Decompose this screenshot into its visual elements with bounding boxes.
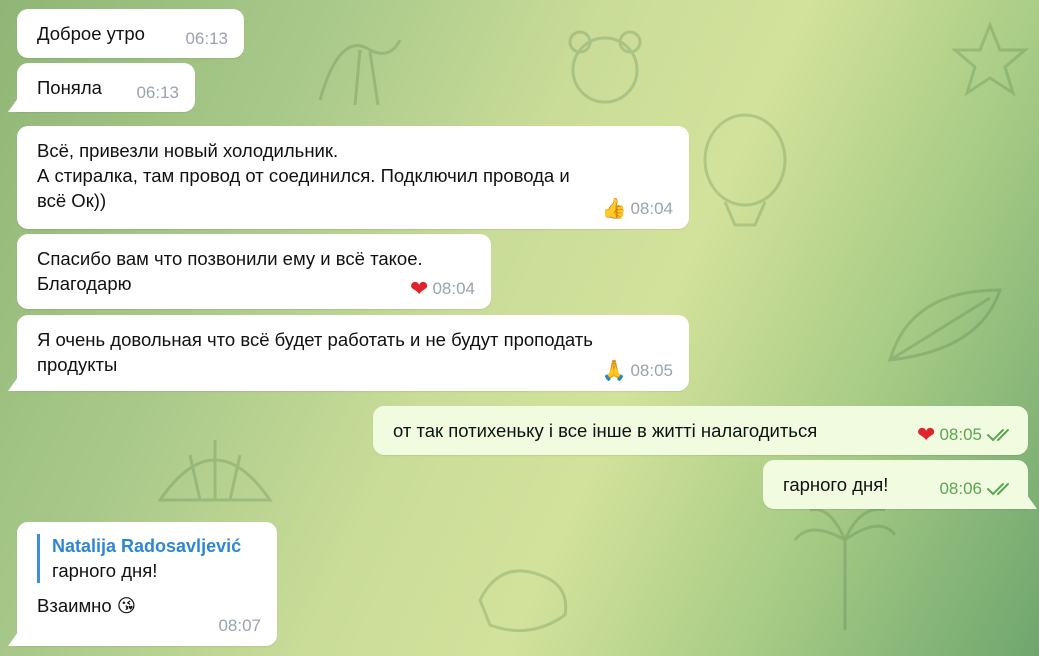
- message-text: Доброе утро: [37, 23, 145, 44]
- message-bubble-incoming[interactable]: Natalija Radosavljević гарного дня! Взаи…: [17, 522, 277, 646]
- message-text-line: Всё, привезли новый холодильник.: [37, 140, 339, 161]
- message-time: ❤ 08:04: [410, 275, 475, 301]
- message-bubble-incoming[interactable]: Спасибо вам что позвонили ему и всё тако…: [17, 234, 491, 309]
- reply-quoted-text: гарного дня!: [52, 560, 158, 581]
- message-text-line: Спасибо вам что позвонили ему и всё тако…: [37, 248, 423, 269]
- message-text-line: А стиралка, там провод от соединился. По…: [37, 165, 570, 186]
- thumbs-up-reaction-icon[interactable]: 👍: [602, 199, 627, 219]
- message-bubble-incoming[interactable]: Доброе утро 06:13: [17, 9, 244, 58]
- message-bubble-outgoing[interactable]: от так потихеньку і все інше в житті нал…: [373, 406, 1028, 455]
- heart-reaction-icon[interactable]: ❤: [917, 423, 935, 445]
- message-bubble-incoming[interactable]: Поняла 06:13: [17, 63, 195, 112]
- read-double-check-icon: [986, 482, 1016, 496]
- message-text-line: всё Ок)): [37, 190, 107, 211]
- praying-hands-reaction-icon[interactable]: 🙏: [602, 361, 627, 381]
- message-bubble-incoming[interactable]: Я очень довольная что всё будет работать…: [17, 315, 689, 391]
- heart-reaction-icon[interactable]: ❤: [410, 277, 428, 299]
- message-list: Доброе утро 06:13 Поняла 06:13 Всё, прив…: [0, 0, 1039, 656]
- message-text-line: продукты: [37, 354, 118, 375]
- message-bubble-outgoing[interactable]: гарного дня! 08:06: [763, 460, 1028, 509]
- message-text: от так потихеньку і все інше в житті нал…: [393, 420, 818, 441]
- message-text-line: Я очень довольная что всё будет работать…: [37, 329, 593, 350]
- reply-quote[interactable]: Natalija Radosavljević гарного дня!: [37, 534, 257, 583]
- message-time: 08:07: [218, 616, 261, 635]
- message-text-line: Благодарю: [37, 273, 132, 294]
- message-time: 06:13: [185, 29, 228, 48]
- message-bubble-incoming[interactable]: Всё, привезли новый холодильник. А стира…: [17, 126, 689, 229]
- message-text: Поняла: [37, 77, 102, 98]
- read-double-check-icon: [986, 428, 1016, 442]
- reply-author-name: Natalija Radosavljević: [52, 536, 242, 556]
- message-time: 🙏 08:05: [601, 359, 673, 382]
- message-time: ❤ 08:05: [917, 422, 1016, 447]
- message-time: 06:13: [136, 83, 179, 102]
- message-text: гарного дня!: [783, 474, 889, 495]
- message-text: Взаимно 😘: [37, 595, 137, 616]
- message-time: 👍 08:04: [601, 197, 673, 220]
- message-time: 08:06: [939, 476, 1016, 501]
